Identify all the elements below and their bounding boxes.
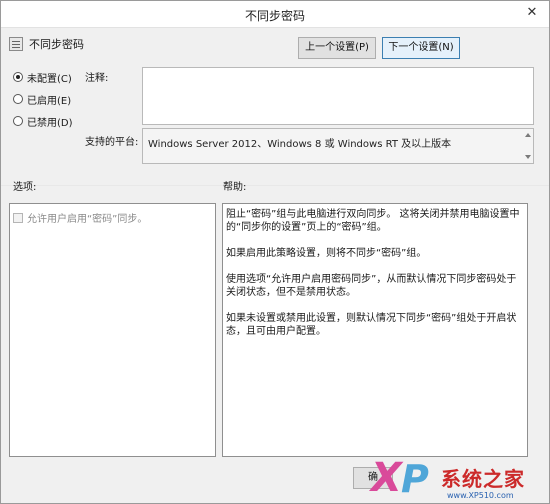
comment-textarea[interactable]	[142, 67, 534, 125]
help-paragraph: 如果未设置或禁用此设置，则默认情况下同步“密码”组处于开启状态，且可由用户配置。	[226, 313, 517, 337]
supported-on-field: Windows Server 2012、Windows 8 或 Windows …	[142, 128, 534, 164]
policy-header: 不同步密码	[9, 35, 84, 53]
close-icon[interactable]: ✕	[521, 5, 543, 21]
radio-not-configured[interactable]: 未配置(C)	[13, 69, 72, 85]
help-label: 帮助:	[223, 182, 247, 193]
help-paragraph: 阻止“密码”组与此电脑进行双向同步。 这将关闭并禁用电脑设置中的“同步你的设置”…	[226, 209, 520, 233]
comment-label: 注释:	[85, 73, 109, 84]
radio-dot-icon[interactable]	[13, 94, 23, 104]
separator	[1, 185, 549, 186]
scroll-up-icon[interactable]	[525, 133, 531, 137]
options-label: 选项:	[13, 182, 37, 193]
title-bar: 不同步密码 ✕	[1, 1, 549, 28]
help-text: 阻止“密码”组与此电脑进行双向同步。 这将关闭并禁用电脑设置中的“同步你的设置”…	[226, 208, 520, 351]
help-paragraph: 如果启用此策略设置，则将不同步“密码”组。	[226, 248, 427, 259]
checkbox-icon[interactable]	[13, 212, 23, 223]
watermark-x: X	[371, 459, 402, 501]
watermark-brand: 系统之家	[441, 467, 525, 491]
radio-dot-icon[interactable]	[13, 72, 23, 82]
policy-name: 不同步密码	[29, 38, 84, 51]
radio-dot-icon[interactable]	[13, 116, 23, 126]
policy-setting-window: 不同步密码 ✕ 不同步密码 上一个设置(P) 下一个设置(N) 未配置(C) 已…	[0, 0, 550, 504]
policy-setting-icon	[9, 37, 23, 51]
next-setting-button[interactable]: 下一个设置(N)	[382, 37, 460, 59]
radio-disabled-label: 已禁用(D)	[27, 117, 73, 129]
watermark-p: P	[401, 459, 429, 501]
radio-disabled[interactable]: 已禁用(D)	[13, 113, 73, 129]
help-panel: 阻止“密码”组与此电脑进行双向同步。 这将关闭并禁用电脑设置中的“同步你的设置”…	[222, 203, 528, 457]
site-watermark-logo: X P 系统之家 www.XP510.com	[367, 459, 550, 504]
supported-on-value: Windows Server 2012、Windows 8 或 Windows …	[148, 139, 452, 150]
radio-not-configured-label: 未配置(C)	[27, 73, 72, 85]
radio-enabled-label: 已启用(E)	[27, 95, 72, 107]
options-panel: 允许用户启用“密码”同步。	[9, 203, 216, 457]
supported-on-label: 支持的平台:	[85, 137, 139, 148]
option-label: 允许用户启用“密码”同步。	[27, 214, 148, 225]
option-allow-password-sync[interactable]: 允许用户启用“密码”同步。	[13, 210, 147, 225]
help-paragraph: 使用选项“允许用户启用密码同步”，从而默认情况下同步密码处于关闭状态，但不是禁用…	[226, 274, 517, 298]
previous-setting-button[interactable]: 上一个设置(P)	[298, 37, 376, 59]
radio-enabled[interactable]: 已启用(E)	[13, 91, 71, 107]
watermark-url: www.XP510.com	[447, 491, 514, 500]
scroll-down-icon[interactable]	[525, 155, 531, 159]
window-title: 不同步密码	[244, 9, 305, 23]
